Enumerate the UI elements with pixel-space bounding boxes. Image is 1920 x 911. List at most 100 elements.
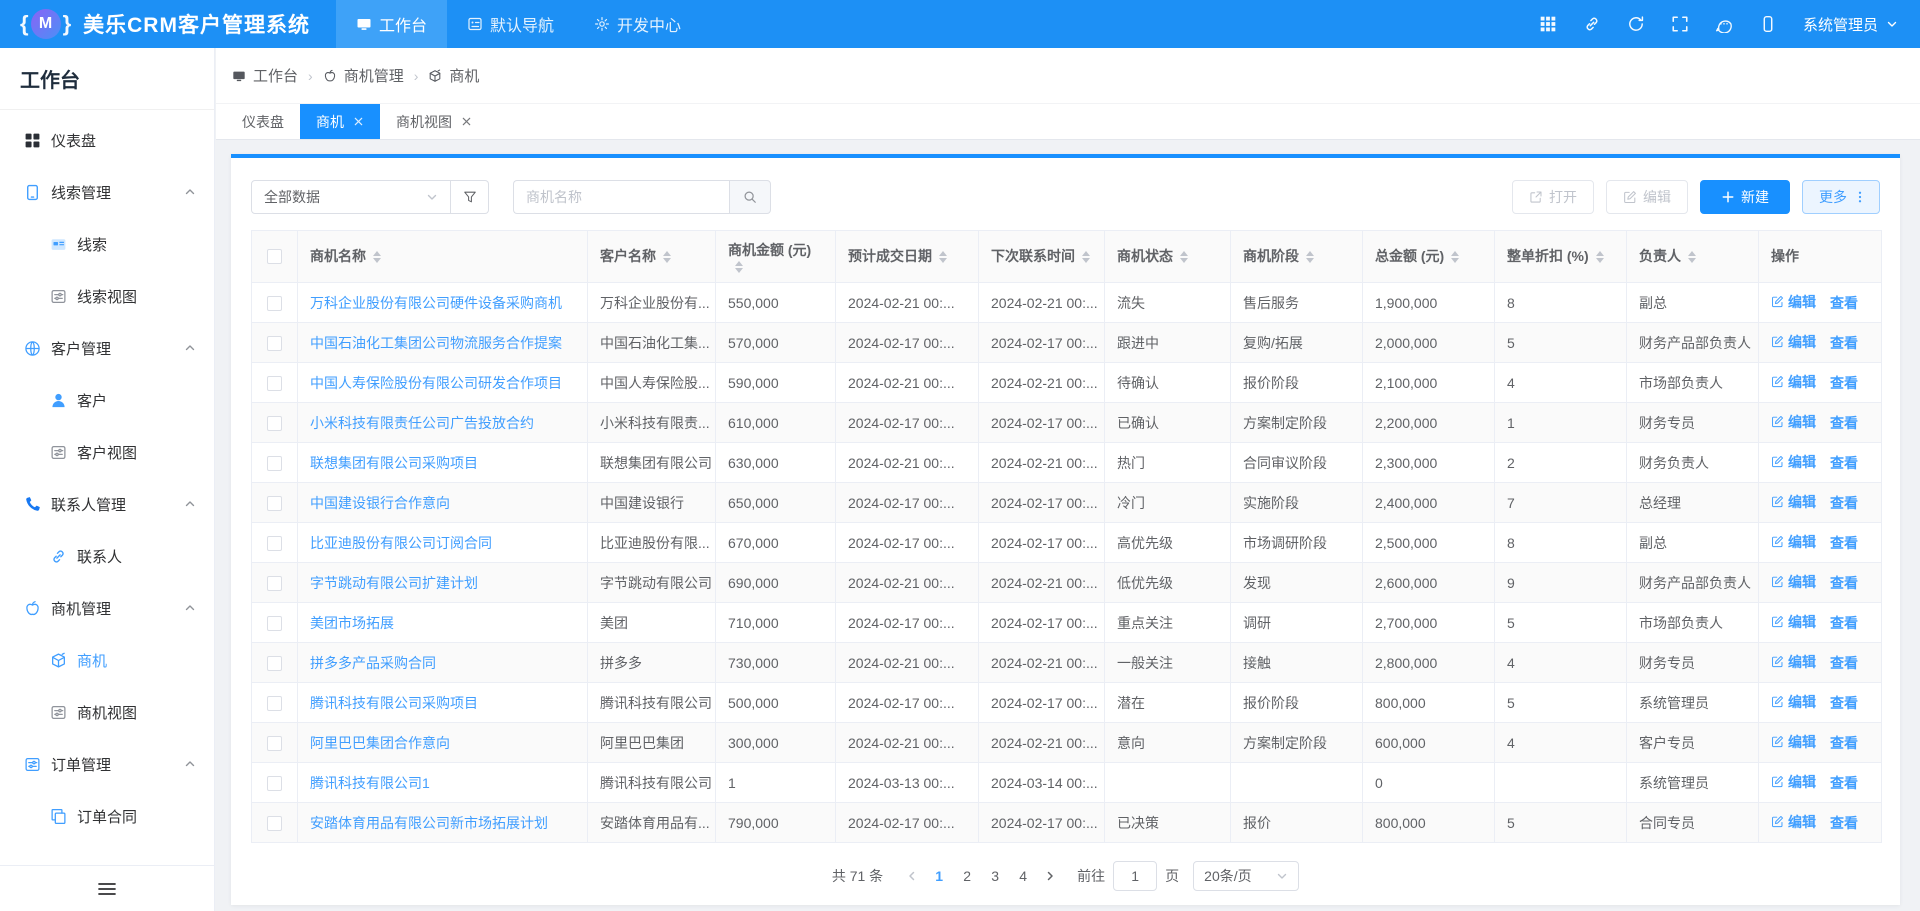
opportunity-link[interactable]: 中国建设银行合作意向 xyxy=(310,495,450,511)
sidebar-item-opportunities[interactable]: 商机 xyxy=(0,634,214,686)
opportunity-link[interactable]: 字节跳动有限公司扩建计划 xyxy=(310,575,478,591)
page-number-2[interactable]: 2 xyxy=(953,862,981,890)
opportunity-link[interactable]: 万科企业股份有限公司硬件设备采购商机 xyxy=(310,295,562,311)
row-edit-button[interactable]: 编辑 xyxy=(1771,652,1816,672)
edit-button[interactable]: 编辑 xyxy=(1606,180,1688,214)
opportunity-link[interactable]: 中国石油化工集团公司物流服务合作提案 xyxy=(310,335,562,351)
sidebar-item-lead-mgmt[interactable]: 线索管理 xyxy=(0,166,214,218)
row-edit-button[interactable]: 编辑 xyxy=(1771,612,1816,632)
row-checkbox[interactable] xyxy=(267,376,282,391)
row-checkbox[interactable] xyxy=(267,736,282,751)
sidebar-item-lead-view[interactable]: 线索视图 xyxy=(0,270,214,322)
row-checkbox[interactable] xyxy=(267,416,282,431)
sort-icon[interactable] xyxy=(1082,251,1090,263)
row-checkbox[interactable] xyxy=(267,656,282,671)
data-scope-select[interactable]: 全部数据 xyxy=(251,180,451,214)
user-menu[interactable]: 系统管理员 xyxy=(1803,14,1898,35)
link-icon[interactable] xyxy=(1583,15,1601,33)
open-button[interactable]: 打开 xyxy=(1512,180,1594,214)
sidebar-item-leads[interactable]: 线索 xyxy=(0,218,214,270)
refresh-icon[interactable] xyxy=(1627,15,1645,33)
sort-icon[interactable] xyxy=(1306,251,1314,263)
row-checkbox[interactable] xyxy=(267,696,282,711)
opportunity-link[interactable]: 小米科技有限责任公司广告投放合约 xyxy=(310,415,534,431)
row-view-button[interactable]: 查看 xyxy=(1830,653,1858,673)
row-checkbox[interactable] xyxy=(267,816,282,831)
row-edit-button[interactable]: 编辑 xyxy=(1771,292,1816,312)
opportunity-link[interactable]: 阿里巴巴集团合作意向 xyxy=(310,735,450,751)
row-edit-button[interactable]: 编辑 xyxy=(1771,492,1816,512)
row-checkbox[interactable] xyxy=(267,496,282,511)
row-edit-button[interactable]: 编辑 xyxy=(1771,412,1816,432)
sort-icon[interactable] xyxy=(373,251,381,263)
row-edit-button[interactable]: 编辑 xyxy=(1771,572,1816,592)
sidebar-item-customer-mgmt[interactable]: 客户管理 xyxy=(0,322,214,374)
sort-icon[interactable] xyxy=(1451,251,1459,263)
row-view-button[interactable]: 查看 xyxy=(1830,813,1858,833)
sort-icon[interactable] xyxy=(735,261,743,273)
sidebar-item-opportunity-mgmt[interactable]: 商机管理 xyxy=(0,582,214,634)
breadcrumb-item[interactable]: 商机管理 xyxy=(323,65,404,86)
row-view-button[interactable]: 查看 xyxy=(1830,573,1858,593)
opportunity-link[interactable]: 美团市场拓展 xyxy=(310,615,394,631)
row-view-button[interactable]: 查看 xyxy=(1830,773,1858,793)
row-edit-button[interactable]: 编辑 xyxy=(1771,772,1816,792)
sort-icon[interactable] xyxy=(1688,251,1696,263)
row-checkbox[interactable] xyxy=(267,456,282,471)
sort-icon[interactable] xyxy=(1596,251,1604,263)
sort-icon[interactable] xyxy=(1180,251,1188,263)
row-view-button[interactable]: 查看 xyxy=(1830,333,1858,353)
topnav-item-default-nav[interactable]: 默认导航 xyxy=(447,0,574,48)
sidebar-item-customer-view[interactable]: 客户视图 xyxy=(0,426,214,478)
create-button[interactable]: 新建 xyxy=(1700,180,1790,214)
page-number-4[interactable]: 4 xyxy=(1009,862,1037,890)
row-edit-button[interactable]: 编辑 xyxy=(1771,692,1816,712)
opportunity-link[interactable]: 安踏体育用品有限公司新市场拓展计划 xyxy=(310,815,548,831)
row-view-button[interactable]: 查看 xyxy=(1830,533,1858,553)
sidebar-item-contacts[interactable]: 联系人 xyxy=(0,530,214,582)
row-checkbox[interactable] xyxy=(267,616,282,631)
select-all-checkbox[interactable] xyxy=(267,249,282,264)
sidebar-item-opportunity-view[interactable]: 商机视图 xyxy=(0,686,214,738)
row-view-button[interactable]: 查看 xyxy=(1830,293,1858,313)
row-edit-button[interactable]: 编辑 xyxy=(1771,332,1816,352)
row-view-button[interactable]: 查看 xyxy=(1830,373,1858,393)
opportunity-link[interactable]: 中国人寿保险股份有限公司研发合作项目 xyxy=(310,375,562,391)
row-view-button[interactable]: 查看 xyxy=(1830,733,1858,753)
apps-grid-icon[interactable] xyxy=(1539,15,1557,33)
tab-仪表盘[interactable]: 仪表盘 xyxy=(226,104,300,139)
filter-button[interactable] xyxy=(451,180,489,214)
row-checkbox[interactable] xyxy=(267,776,282,791)
opportunity-link[interactable]: 比亚迪股份有限公司订阅合同 xyxy=(310,535,492,551)
goto-page-input[interactable] xyxy=(1113,861,1157,891)
sidebar-item-order-mgmt[interactable]: 订单管理 xyxy=(0,738,214,790)
tab-商机视图[interactable]: 商机视图 xyxy=(380,104,488,139)
more-button[interactable]: 更多 xyxy=(1802,180,1880,214)
row-edit-button[interactable]: 编辑 xyxy=(1771,452,1816,472)
search-button[interactable] xyxy=(729,180,771,214)
row-edit-button[interactable]: 编辑 xyxy=(1771,732,1816,752)
search-input[interactable] xyxy=(513,180,729,214)
topnav-item-dev-center[interactable]: 开发中心 xyxy=(574,0,701,48)
row-checkbox[interactable] xyxy=(267,536,282,551)
sidebar-item-customers[interactable]: 客户 xyxy=(0,374,214,426)
opportunity-link[interactable]: 拼多多产品采购合同 xyxy=(310,655,436,671)
sidebar-collapse-button[interactable] xyxy=(0,865,214,911)
page-number-1[interactable]: 1 xyxy=(925,862,953,890)
close-icon[interactable] xyxy=(353,116,364,127)
row-view-button[interactable]: 查看 xyxy=(1830,413,1858,433)
row-checkbox[interactable] xyxy=(267,296,282,311)
row-edit-button[interactable]: 编辑 xyxy=(1771,372,1816,392)
row-view-button[interactable]: 查看 xyxy=(1830,453,1858,473)
sort-icon[interactable] xyxy=(939,251,947,263)
sidebar-item-contact-mgmt[interactable]: 联系人管理 xyxy=(0,478,214,530)
row-edit-button[interactable]: 编辑 xyxy=(1771,532,1816,552)
sidebar-item-order-contracts[interactable]: 订单合同 xyxy=(0,790,214,842)
row-checkbox[interactable] xyxy=(267,576,282,591)
avatar-icon[interactable] xyxy=(1759,15,1777,33)
row-view-button[interactable]: 查看 xyxy=(1830,693,1858,713)
row-view-button[interactable]: 查看 xyxy=(1830,613,1858,633)
sidebar-item-dashboard[interactable]: 仪表盘 xyxy=(0,114,214,166)
close-icon[interactable] xyxy=(461,116,472,127)
sort-icon[interactable] xyxy=(663,251,671,263)
